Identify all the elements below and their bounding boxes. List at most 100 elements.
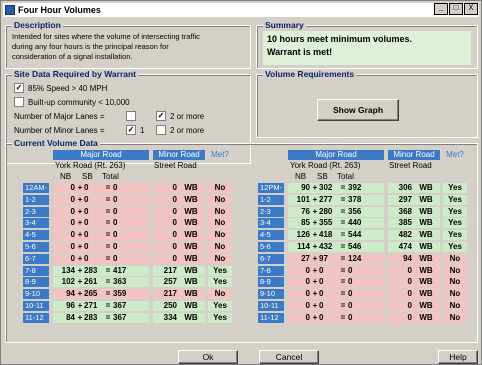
sb-value: 0: [84, 194, 89, 204]
equals-sign: =: [340, 265, 346, 275]
plus-sign: +: [77, 301, 83, 310]
sb-value: 0: [84, 253, 89, 263]
minor-direction: WB: [184, 265, 198, 275]
total-value: 356: [348, 206, 362, 216]
minimize-button[interactable]: _: [434, 3, 448, 15]
plus-sign: +: [77, 312, 83, 322]
app-icon: [5, 5, 15, 15]
hour-label: 9-10: [23, 289, 49, 300]
minor-lanes-2-label: 2 or more: [170, 125, 205, 135]
close-button[interactable]: X: [464, 3, 478, 15]
equals-sign: =: [340, 289, 346, 299]
help-button[interactable]: Help: [438, 350, 478, 364]
minor-direction: WB: [184, 253, 198, 263]
plus-sign: +: [77, 277, 83, 287]
equals-sign: =: [105, 242, 111, 251]
major-lanes-1-checkbox[interactable]: [126, 111, 136, 121]
met-value: No: [443, 277, 467, 288]
minor-value: 0: [172, 253, 177, 263]
equals-sign: =: [340, 277, 346, 287]
plus-sign: +: [312, 301, 318, 310]
sb-label: SB: [82, 172, 93, 181]
major-road-header: Major Road: [53, 150, 149, 160]
minor-direction: WB: [419, 301, 433, 310]
hour-label: 8-9: [23, 277, 49, 288]
cancel-button[interactable]: Cancel: [259, 350, 319, 364]
total-value: 0: [113, 242, 118, 251]
met-value: No: [443, 312, 467, 323]
met-header: Met?: [443, 150, 467, 160]
plus-sign: +: [77, 253, 83, 263]
sb-value: 418: [319, 230, 333, 240]
nb-value: 84: [66, 312, 75, 322]
met-value: Yes: [443, 194, 467, 205]
met-value: Yes: [443, 218, 467, 229]
equals-sign: =: [105, 230, 111, 240]
hour-label: 7-8: [23, 265, 49, 276]
nb-label: NB: [295, 172, 307, 181]
summary-line-2: Warrant is met!: [267, 47, 333, 57]
equals-sign: =: [340, 218, 346, 228]
sb-value: 0: [319, 312, 324, 322]
met-value: No: [208, 206, 232, 217]
sb-value: 0: [84, 242, 89, 251]
nb-value: 0: [305, 289, 310, 299]
met-value: No: [443, 289, 467, 300]
plus-sign: +: [312, 265, 318, 275]
met-value: Yes: [208, 277, 232, 288]
minor-value: 0: [172, 242, 177, 251]
sb-value: 0: [319, 289, 324, 299]
summary-group: Summary 10 hours meet minimum volumes. W…: [256, 20, 478, 69]
met-value: No: [443, 301, 467, 311]
met-value: No: [208, 242, 232, 252]
nb-label: NB: [60, 172, 72, 181]
total-value: 544: [348, 230, 362, 240]
nb-value: 102: [61, 277, 75, 287]
met-value: Yes: [208, 301, 232, 311]
hour-label: 2-3: [23, 206, 49, 217]
window-title: Four Hour Volumes: [18, 5, 101, 15]
minor-direction: WB: [184, 183, 198, 192]
plus-sign: +: [77, 289, 83, 299]
minor-value: 250: [163, 301, 177, 310]
maximize-button[interactable]: □: [449, 3, 463, 15]
total-value: 0: [348, 265, 353, 275]
nb-value: 114: [297, 242, 310, 251]
summary-line-1: 10 hours meet minimum volumes.: [267, 34, 413, 44]
sb-value: 283: [84, 312, 98, 322]
total-value: 0: [113, 206, 118, 216]
equals-sign: =: [340, 194, 346, 204]
minor-lanes-1-checkbox[interactable]: ✓: [126, 125, 136, 135]
equals-sign: =: [340, 183, 346, 192]
hour-label: 1-2: [258, 194, 284, 205]
summary-label: Summary: [263, 20, 306, 30]
minor-direction: WB: [419, 312, 433, 322]
sb-value: 0: [84, 206, 89, 216]
minor-direction: WB: [419, 183, 433, 192]
hour-label: 12PM-1: [258, 183, 284, 202]
equals-sign: =: [105, 194, 111, 204]
equals-sign: =: [105, 265, 111, 275]
title-bar: Four Hour Volumes _ □ X: [3, 3, 479, 17]
builtup-checkbox[interactable]: [14, 97, 24, 107]
minor-value: 0: [407, 289, 412, 299]
description-group: Description Intended for sites where the…: [5, 20, 251, 69]
sb-value: 0: [319, 301, 324, 310]
ok-button[interactable]: Ok: [178, 350, 238, 364]
current-volume-label: Current Volume Data: [12, 138, 100, 148]
minor-value: 0: [407, 301, 412, 310]
major-lanes-2-checkbox[interactable]: ✓: [156, 111, 166, 121]
minor-value: 334: [163, 312, 177, 322]
total-value: 359: [113, 289, 127, 299]
minor-value: 385: [398, 218, 412, 228]
speed-checkbox[interactable]: ✓: [14, 83, 24, 93]
hour-label: 3-4: [23, 218, 49, 229]
plus-sign: +: [312, 253, 318, 263]
minor-value: 368: [398, 206, 412, 216]
minor-value: 306: [398, 183, 412, 192]
nb-value: 94: [66, 289, 75, 299]
minor-direction: WB: [184, 194, 198, 204]
show-graph-button[interactable]: Show Graph: [317, 99, 399, 121]
minor-lanes-2-checkbox[interactable]: [156, 125, 166, 135]
plus-sign: +: [77, 183, 83, 192]
